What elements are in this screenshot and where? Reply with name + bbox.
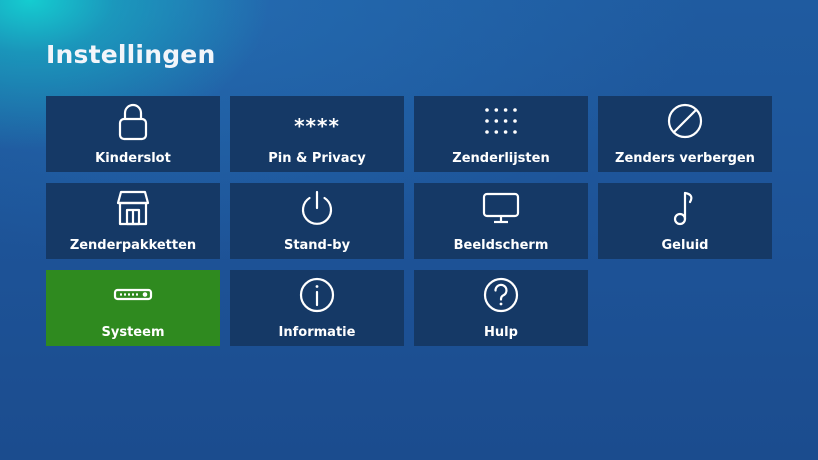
settop-box-icon — [46, 276, 220, 314]
tile-zenderpakketten[interactable]: Zenderpakketten — [46, 183, 220, 259]
help-icon — [414, 276, 588, 314]
lock-icon — [46, 102, 220, 141]
tile-informatie[interactable]: Informatie — [230, 270, 404, 346]
tile-label: Kinderslot — [95, 151, 171, 166]
tile-zenders-verbergen[interactable]: Zenders verbergen — [598, 96, 772, 172]
pin-asterisks-glyph: **** — [294, 114, 340, 138]
tile-label: Zenderlijsten — [452, 151, 550, 166]
tile-geluid[interactable]: Geluid — [598, 183, 772, 259]
storefront-icon — [46, 189, 220, 227]
tile-kinderslot[interactable]: Kinderslot — [46, 96, 220, 172]
tile-systeem[interactable]: Systeem — [46, 270, 220, 346]
tile-label: Informatie — [278, 325, 356, 340]
tile-label: Zenderpakketten — [69, 238, 197, 253]
tile-label: Geluid — [661, 238, 709, 253]
info-icon — [230, 276, 404, 314]
dot-grid-icon — [414, 102, 588, 140]
power-icon — [230, 189, 404, 227]
tile-zenderlijsten[interactable]: Zenderlijsten — [414, 96, 588, 172]
tile-beeldscherm[interactable]: Beeldscherm — [414, 183, 588, 259]
tile-label: Beeldscherm — [453, 238, 549, 253]
tile-label: Hulp — [484, 325, 518, 340]
monitor-icon — [414, 189, 588, 227]
tile-pin-privacy[interactable]: **** Pin & Privacy — [230, 96, 404, 172]
tile-stand-by[interactable]: Stand-by — [230, 183, 404, 259]
tile-hulp[interactable]: Hulp — [414, 270, 588, 346]
tile-label: Zenders verbergen — [615, 151, 755, 166]
tile-label: Systeem — [101, 325, 165, 340]
tile-label: Pin & Privacy — [268, 151, 366, 166]
music-note-icon — [598, 189, 772, 227]
pin-asterisks-icon: **** — [230, 102, 404, 140]
page-title: Instellingen — [46, 40, 216, 69]
tile-label: Stand-by — [283, 238, 351, 253]
prohibited-icon — [598, 102, 772, 140]
